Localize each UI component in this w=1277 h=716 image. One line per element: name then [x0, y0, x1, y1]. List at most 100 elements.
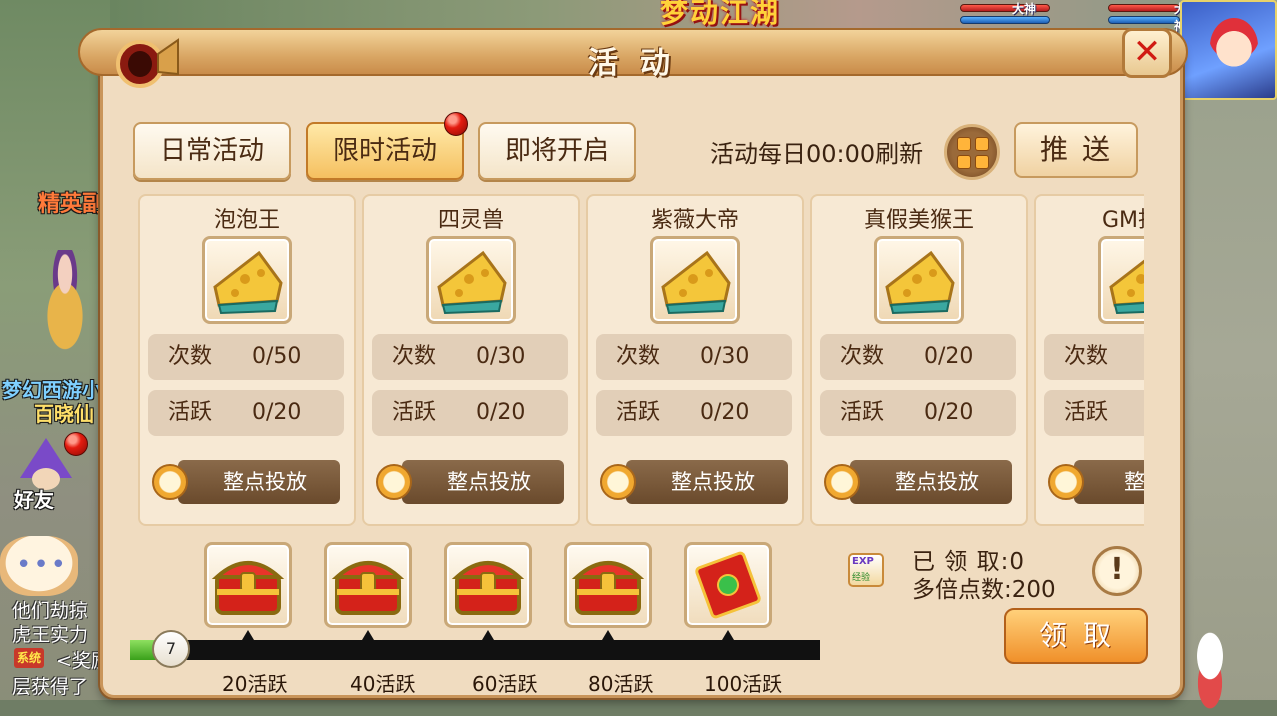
hourly-drop-label: 整点	[1074, 460, 1144, 504]
reward-item-slot[interactable]	[874, 236, 964, 324]
reward-item-slot[interactable]	[426, 236, 516, 324]
hp-bar	[960, 4, 1050, 12]
grid-cell-icon	[957, 137, 971, 151]
count-value: 0/20	[924, 344, 974, 369]
active-label: 活跃	[168, 400, 213, 425]
cheese-item-icon	[661, 250, 731, 315]
grid-menu-button[interactable]	[944, 124, 1000, 180]
claim-button[interactable]: 领取	[1004, 608, 1148, 664]
activity-card[interactable]: 紫薇大帝 次数 0/30 活跃 0/20 整点投放	[586, 194, 804, 526]
cheese-item-icon	[213, 250, 283, 315]
chat-dots-icon: •••	[16, 550, 69, 580]
exp-icon: EXP 经验	[848, 553, 884, 587]
reward-chest-20[interactable]	[204, 542, 292, 628]
red-envelope-icon	[695, 551, 761, 619]
count-label: 次数	[616, 344, 661, 369]
info-button[interactable]: !	[1092, 546, 1142, 596]
reward-envelope-100[interactable]	[684, 542, 772, 628]
active-value: 0/20	[700, 400, 750, 425]
multiplier-points: 多倍点数:200	[912, 577, 1056, 603]
elite-label: 精英副	[38, 192, 105, 217]
reward-item-slot[interactable]	[1098, 236, 1144, 324]
close-button[interactable]: ✕	[1122, 28, 1172, 78]
hourly-drop-button[interactable]: 整点投放	[152, 460, 340, 504]
count-row: 次数 0/20	[820, 334, 1016, 380]
chat-line: 他们劫掠	[12, 600, 89, 622]
activity-card[interactable]: 泡泡王 次数 0/50 活跃 0/20 整点投放	[138, 194, 356, 526]
count-value: 0/30	[700, 344, 750, 369]
active-label: 活跃	[616, 400, 661, 425]
system-badge: 系统	[14, 648, 45, 668]
activity-card-list[interactable]: 泡泡王 次数 0/50 活跃 0/20 整点投放 四灵兽 次数 0/30 活跃 …	[138, 194, 1144, 526]
treasure-chest-icon	[571, 561, 645, 615]
count-row: 次数 0/50	[148, 334, 344, 380]
refresh-notice: 活动每日00:00刷新	[710, 140, 924, 168]
milestone-label: 60活跃	[472, 672, 538, 696]
grid-cell-icon	[957, 155, 971, 169]
activity-card[interactable]: 真假美猴王 次数 0/20 活跃 0/20 整点投放	[810, 194, 1028, 526]
reward-chest-40[interactable]	[324, 542, 412, 628]
game-scene-bottom	[0, 700, 1277, 716]
count-label: 次数	[840, 344, 885, 369]
stopwatch-icon	[824, 464, 860, 500]
milestone-label: 100活跃	[704, 672, 783, 696]
hourly-drop-label: 整点投放	[402, 460, 564, 504]
activity-card[interactable]: 四灵兽 次数 0/30 活跃 0/20 整点投放	[362, 194, 580, 526]
stopwatch-icon	[152, 464, 188, 500]
active-row: 活跃	[1044, 390, 1144, 436]
tab-daily-activity[interactable]: 日常活动	[133, 122, 291, 180]
activity-progress-bar	[130, 640, 820, 660]
count-label: 次数	[168, 344, 213, 369]
treasure-chest-icon	[451, 561, 525, 615]
tab-limited-activity[interactable]: 限时活动	[306, 122, 464, 180]
event-banner-title: 梦动江湖	[660, 0, 781, 29]
grid-cell-icon	[975, 155, 989, 169]
cheese-item-icon	[885, 250, 955, 315]
stopwatch-icon	[376, 464, 412, 500]
milestone-marker	[602, 630, 614, 640]
activity-card[interactable]: GM找 次数 活跃 整点	[1034, 194, 1144, 526]
chat-line: 层获得了	[12, 676, 89, 698]
stopwatch-icon	[600, 464, 636, 500]
reward-item-slot[interactable]	[202, 236, 292, 324]
active-label: 活跃	[392, 400, 437, 425]
active-row: 活跃 0/20	[820, 390, 1016, 436]
activity-name: 紫薇大帝	[650, 208, 739, 233]
active-row: 活跃 0/20	[148, 390, 344, 436]
hourly-drop-button[interactable]: 整点投放	[600, 460, 788, 504]
npc-name-label: 百晓仙	[34, 402, 94, 426]
player-avatar[interactable]	[1180, 0, 1277, 100]
active-value: 0/20	[924, 400, 974, 425]
close-x-icon: ✕	[1132, 32, 1162, 72]
activity-name: 真假美猴王	[863, 208, 974, 233]
count-row: 次数	[1044, 334, 1144, 380]
hourly-drop-button[interactable]: 整点投放	[376, 460, 564, 504]
pet-figure[interactable]	[1180, 620, 1240, 710]
npc-figure[interactable]	[30, 250, 100, 370]
grid-cell-icon	[975, 137, 989, 151]
stopwatch-icon	[1048, 464, 1084, 500]
reward-chest-60[interactable]	[444, 542, 532, 628]
count-row: 次数 0/30	[596, 334, 792, 380]
reward-chest-80[interactable]	[564, 542, 652, 628]
milestone-marker	[482, 630, 494, 640]
hourly-drop-label: 整点投放	[850, 460, 1012, 504]
god-tag: 大神	[1012, 2, 1037, 16]
activity-name: GM找	[1102, 208, 1144, 233]
tab-upcoming-activity[interactable]: 即将开启	[478, 122, 636, 180]
dialog-title: 活动	[588, 46, 692, 81]
active-row: 活跃 0/20	[596, 390, 792, 436]
push-button[interactable]: 推送	[1014, 122, 1138, 178]
hp-bar	[1108, 4, 1180, 12]
milestone-label: 40活跃	[350, 672, 416, 696]
hourly-drop-button[interactable]: 整点投放	[824, 460, 1012, 504]
milestone-marker	[242, 630, 254, 640]
avatar-face-icon	[1210, 18, 1258, 74]
treasure-chest-icon	[211, 561, 285, 615]
active-value: 0/20	[476, 400, 526, 425]
cheese-item-icon	[437, 250, 507, 315]
reward-item-slot[interactable]	[650, 236, 740, 324]
exp-sub-label: 经验	[852, 573, 871, 583]
hourly-drop-button[interactable]: 整点	[1048, 460, 1144, 504]
hourly-drop-label: 整点投放	[178, 460, 340, 504]
